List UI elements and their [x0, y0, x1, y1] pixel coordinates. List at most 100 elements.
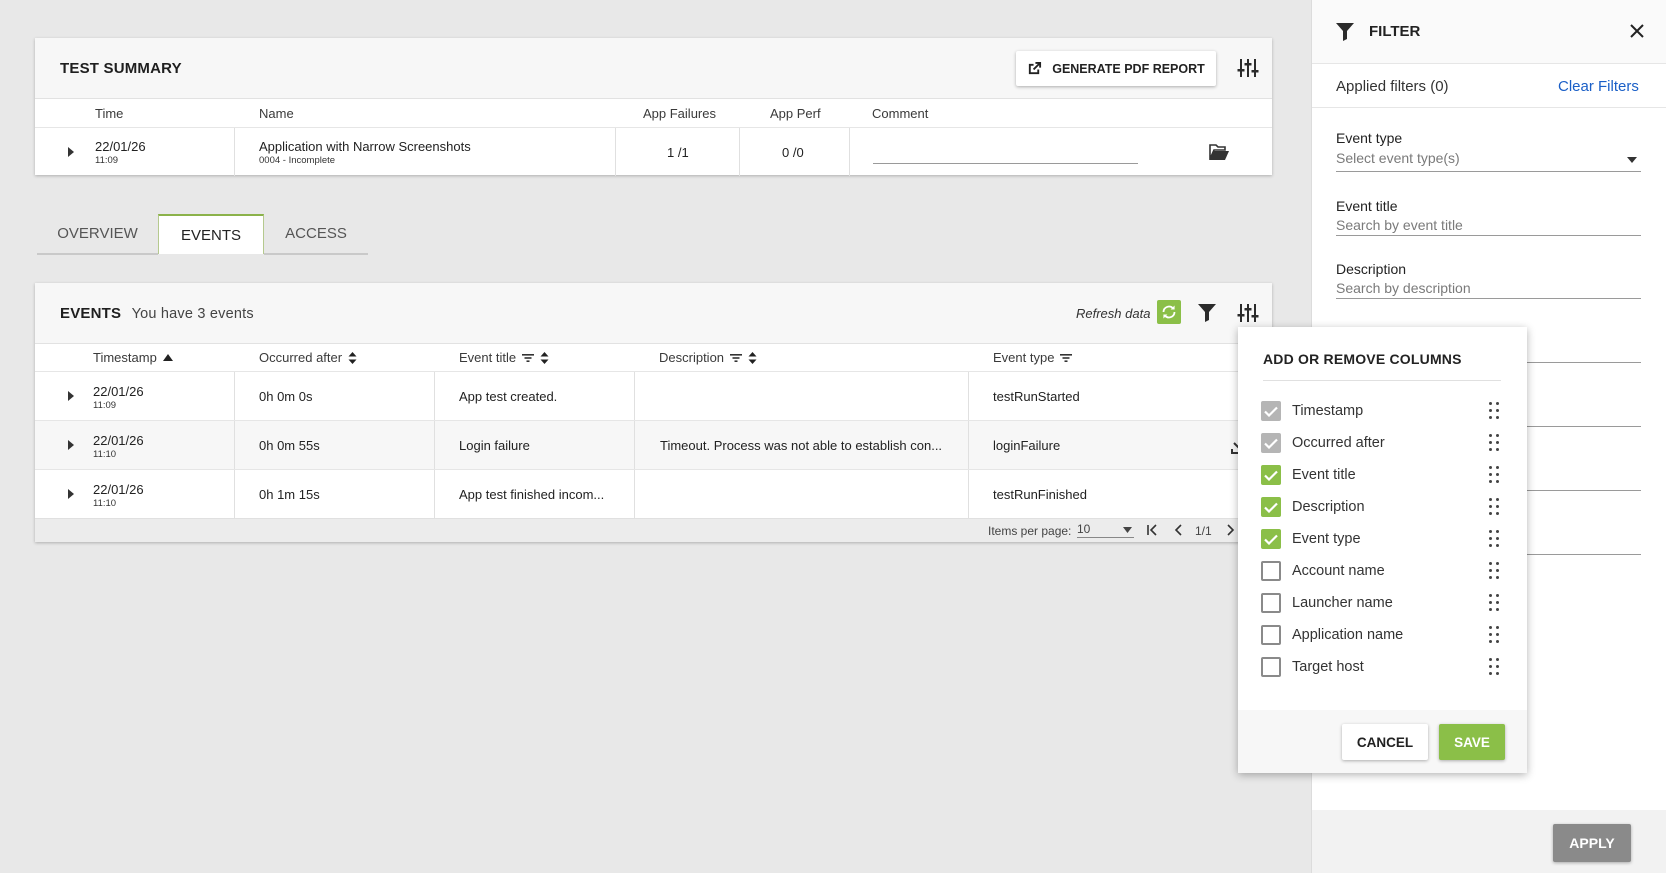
filter-icon[interactable]: [1193, 299, 1221, 327]
refresh-data-label: Refresh data: [1076, 306, 1151, 321]
cancel-button[interactable]: CANCEL: [1342, 724, 1428, 760]
drag-handle-icon[interactable]: [1489, 626, 1501, 644]
divider: [634, 470, 635, 519]
items-per-page-select[interactable]: 10: [1077, 522, 1134, 538]
column-filter-icon[interactable]: [730, 353, 743, 363]
event-type: testRunFinished: [993, 487, 1087, 502]
col-header-event-title[interactable]: Event title: [459, 350, 549, 365]
column-option-target-host[interactable]: Target host: [1261, 653, 1501, 681]
comment-input[interactable]: [873, 140, 1138, 164]
event-title: Login failure: [459, 438, 530, 453]
divider: [434, 372, 435, 421]
tab-access[interactable]: ACCESS: [264, 214, 368, 255]
column-settings-icon[interactable]: [1234, 299, 1262, 327]
checkbox-unchecked[interactable]: [1261, 593, 1281, 613]
checkbox-unchecked[interactable]: [1261, 625, 1281, 645]
checkbox-checked[interactable]: [1261, 529, 1281, 549]
apply-button[interactable]: APPLY: [1553, 824, 1631, 862]
expand-row-caret[interactable]: [68, 391, 74, 401]
next-page-icon[interactable]: [1225, 524, 1235, 536]
items-per-page-label: Items per page:: [988, 524, 1072, 538]
table-row[interactable]: 22/01/26 11:09 0h 0m 0s App test created…: [35, 371, 1272, 421]
drag-handle-icon[interactable]: [1489, 658, 1501, 676]
filter-icon: [1336, 22, 1354, 42]
tab-overview[interactable]: OVERVIEW: [37, 214, 158, 255]
col-header-event-type[interactable]: Event type: [993, 350, 1073, 365]
first-page-icon[interactable]: [1147, 524, 1159, 536]
column-option-account-name[interactable]: Account name: [1261, 557, 1501, 585]
summary-row: 22/01/26 11:09 Application with Narrow S…: [35, 127, 1272, 176]
column-option-timestamp[interactable]: Timestamp: [1261, 397, 1501, 425]
description-input[interactable]: [1336, 277, 1641, 299]
open-folder-icon[interactable]: [1205, 138, 1233, 166]
col-header-timestamp[interactable]: Timestamp: [93, 350, 173, 365]
close-icon[interactable]: [1629, 23, 1645, 39]
drag-handle-icon[interactable]: [1489, 402, 1501, 420]
col-header-occurred-after[interactable]: Occurred after: [259, 350, 357, 365]
col-header-description[interactable]: Description: [659, 350, 757, 365]
drag-handle-icon[interactable]: [1489, 498, 1501, 516]
checkbox-unchecked[interactable]: [1261, 561, 1281, 581]
event-type-label: Event type: [1336, 130, 1403, 146]
column-option-event-title[interactable]: Event title: [1261, 461, 1501, 489]
col-header-comment: Comment: [872, 106, 929, 121]
clear-filters-link[interactable]: Clear Filters: [1558, 78, 1639, 95]
column-filter-icon[interactable]: [1060, 353, 1073, 363]
table-row[interactable]: 22/01/26 11:10 0h 1m 15s App test finish…: [35, 469, 1272, 519]
drag-handle-icon[interactable]: [1489, 562, 1501, 580]
divider: [968, 470, 969, 519]
event-type: loginFailure: [993, 438, 1061, 453]
column-option-launcher-name[interactable]: Launcher name: [1261, 589, 1501, 617]
summary-app-perf: 0 /0: [782, 145, 804, 160]
col-header-app-perf: App Perf: [770, 106, 821, 121]
summary-time: 11:09: [95, 155, 119, 166]
expand-row-caret[interactable]: [68, 489, 74, 499]
event-title-input[interactable]: [1336, 214, 1641, 236]
columns-popup-title: ADD OR REMOVE COLUMNS: [1263, 351, 1462, 367]
divider: [1263, 380, 1501, 381]
summary-app-name[interactable]: Application with Narrow Screenshots 0004…: [259, 139, 471, 166]
tab-events[interactable]: EVENTS: [158, 214, 264, 254]
column-filter-icon[interactable]: [522, 353, 535, 363]
column-settings-icon[interactable]: [1234, 54, 1262, 82]
divider: [968, 421, 969, 470]
summary-date: 22/01/26 11:09: [95, 139, 146, 166]
event-type: testRunStarted: [993, 389, 1080, 404]
column-option-description[interactable]: Description: [1261, 493, 1501, 521]
expand-row-caret[interactable]: [68, 147, 74, 157]
event-title: App test created.: [459, 389, 558, 404]
drag-handle-icon[interactable]: [1489, 434, 1501, 452]
page-indicator: 1/1: [1195, 524, 1212, 538]
column-option-occurred-after[interactable]: Occurred after: [1261, 429, 1501, 457]
drag-handle-icon[interactable]: [1489, 466, 1501, 484]
chevron-down-icon: [1123, 527, 1132, 533]
sort-icon[interactable]: [748, 351, 757, 364]
checkbox-unchecked[interactable]: [1261, 657, 1281, 677]
checkbox-checked[interactable]: [1261, 465, 1281, 485]
sort-icon[interactable]: [348, 351, 357, 364]
drag-handle-icon[interactable]: [1489, 530, 1501, 548]
column-option-application-name[interactable]: Application name: [1261, 621, 1501, 649]
table-row[interactable]: 22/01/26 11:10 0h 0m 55s Login failure T…: [35, 420, 1272, 470]
test-summary-card: TEST SUMMARY GENERATE PDF REPORT Time Na…: [35, 38, 1272, 176]
external-link-icon: [1027, 61, 1042, 76]
events-title: EVENTS You have 3 events: [60, 305, 254, 322]
event-occurred-after: 0h 0m 0s: [259, 389, 313, 404]
column-option-event-type[interactable]: Event type: [1261, 525, 1501, 553]
divider: [234, 421, 235, 470]
event-occurred-after: 0h 1m 15s: [259, 487, 320, 502]
drag-handle-icon[interactable]: [1489, 594, 1501, 612]
sort-asc-icon[interactable]: [162, 353, 173, 362]
event-type-select[interactable]: Select event type(s): [1336, 150, 1641, 172]
summary-app-failures: 1 /1: [667, 145, 689, 160]
test-summary-title: TEST SUMMARY: [60, 60, 182, 77]
divider: [434, 470, 435, 519]
expand-row-caret[interactable]: [68, 440, 74, 450]
filter-panel-header: FILTER: [1312, 0, 1666, 64]
checkbox-checked[interactable]: [1261, 497, 1281, 517]
save-button[interactable]: SAVE: [1439, 724, 1505, 760]
prev-page-icon[interactable]: [1174, 524, 1184, 536]
sort-icon[interactable]: [540, 351, 549, 364]
refresh-icon[interactable]: [1157, 300, 1181, 324]
generate-pdf-report-button[interactable]: GENERATE PDF REPORT: [1016, 51, 1216, 86]
